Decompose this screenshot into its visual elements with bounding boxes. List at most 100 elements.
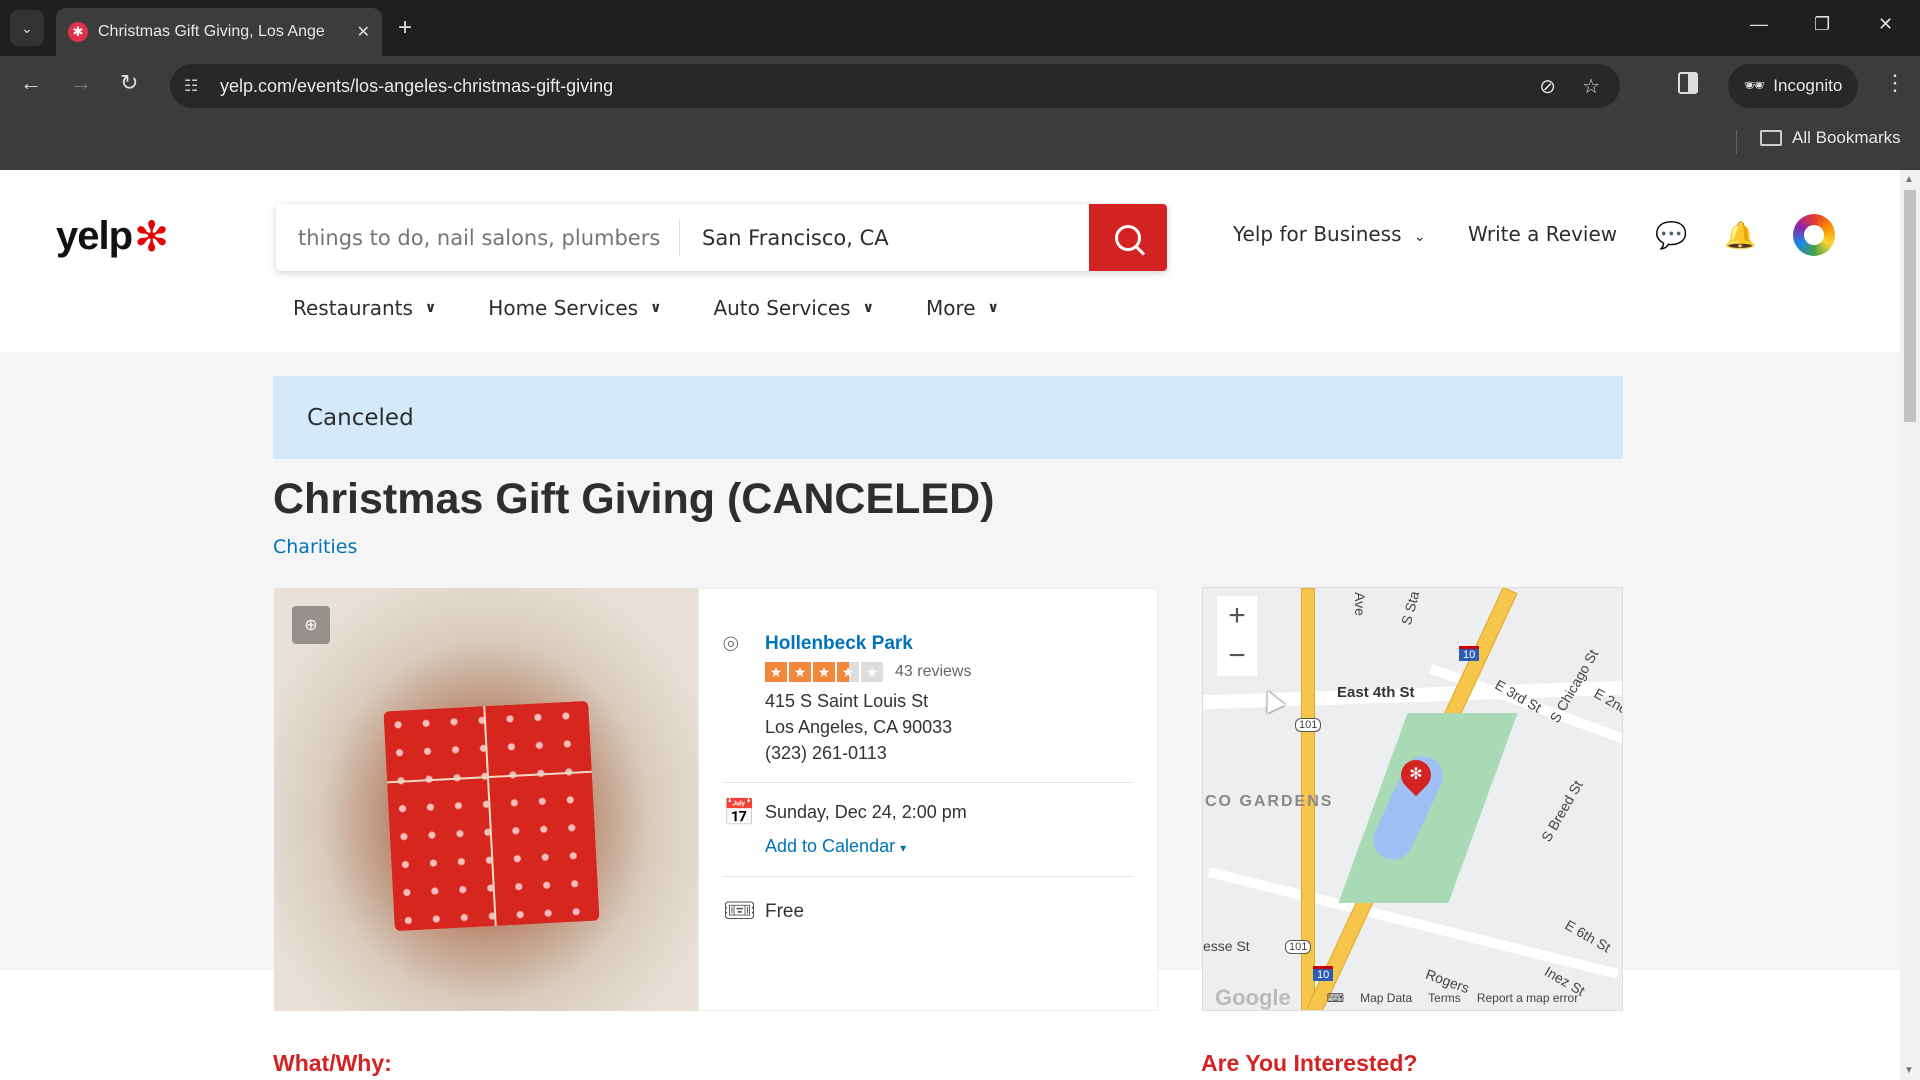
nav-auto-services[interactable]: Auto Services ∨ [713, 296, 874, 320]
nav-label: Auto Services [713, 296, 851, 320]
nav-more[interactable]: More ∨ [926, 296, 999, 320]
browser-menu-icon[interactable]: ⋮ [1884, 70, 1906, 96]
bookmark-star-icon[interactable]: ☆ [1582, 74, 1600, 99]
half-star-icon: ★ [837, 662, 859, 682]
report-map-error-link[interactable]: Report a map error [1477, 991, 1578, 1005]
close-tab-icon[interactable]: ✕ [357, 22, 370, 42]
nav-home-services[interactable]: Home Services ∨ [488, 296, 661, 320]
map-zoom-control: + − [1217, 596, 1257, 676]
address-bar[interactable]: ☷ yelp.com/events/los-angeles-christmas-… [170, 64, 1620, 108]
back-icon[interactable]: ← [20, 70, 42, 96]
gift-box-image [383, 700, 600, 932]
map-footer: Google ⌨ Map Data Terms Report a map err… [1203, 985, 1622, 1010]
map-label: S Breed St [1537, 777, 1586, 845]
incognito-badge[interactable]: 🕶 Incognito [1728, 64, 1858, 108]
browser-tab[interactable]: ✱ Christmas Gift Giving, Los Ange ✕ [56, 8, 382, 56]
browser-tab-bar: ⌄ ✱ Christmas Gift Giving, Los Ange ✕ + … [0, 0, 1920, 56]
map-label: S Sta [1397, 589, 1423, 627]
search-bar: things to do, nail salons, plumbers San … [276, 204, 1167, 271]
event-title: Christmas Gift Giving (CANCELED) [273, 475, 995, 523]
canceled-banner: Canceled [273, 376, 1623, 459]
review-count: 43 reviews [895, 663, 972, 680]
map[interactable]: East 4th St E 3rd St S Chicago St E 2nd … [1202, 587, 1623, 1011]
incognito-icon: 🕶 [1743, 76, 1766, 95]
map-data-link[interactable]: Map Data [1360, 991, 1412, 1005]
forward-icon[interactable]: → [70, 70, 92, 96]
caret-down-icon: ▾ [900, 841, 907, 855]
url-text[interactable]: yelp.com/events/los-angeles-christmas-gi… [220, 76, 613, 97]
folder-icon [1760, 130, 1782, 146]
tab-list-button[interactable]: ⌄ [10, 10, 44, 46]
bookmarks-separator [1736, 130, 1737, 154]
star-icon: ★ [813, 662, 835, 682]
scroll-down-arrow-icon[interactable]: ▼ [1904, 1065, 1914, 1076]
nav-label: More [925, 296, 976, 320]
zoom-in-button[interactable]: + [1228, 599, 1246, 633]
chevron-down-icon: ⌄ [1413, 229, 1426, 245]
map-label: Ave [1351, 592, 1368, 616]
location-pin-icon: ⌾ [723, 629, 739, 659]
yelp-for-business-label: Yelp for Business [1233, 222, 1402, 246]
new-tab-button[interactable]: + [398, 14, 412, 42]
chevron-down-icon: ∨ [650, 300, 662, 316]
address-line2: Los Angeles, CA 90033 [765, 717, 953, 737]
minimize-button[interactable]: — [1750, 14, 1768, 35]
yelp-for-business-menu[interactable]: Yelp for Business ⌄ [1233, 222, 1426, 246]
ticket-icon: 🎟 [723, 895, 757, 925]
search-location-input[interactable]: San Francisco, CA [680, 226, 1089, 250]
nav-restaurants[interactable]: Restaurants ∨ [293, 296, 436, 320]
venue-name-link[interactable]: Hollenbeck Park [765, 633, 913, 655]
interstate-shield-10: 10 [1459, 646, 1480, 661]
user-avatar[interactable] [1793, 214, 1835, 256]
messages-icon[interactable]: 💬 [1655, 220, 1687, 251]
bookmarks-bar: All Bookmarks [0, 118, 1920, 170]
yelp-favicon-icon: ✱ [68, 22, 88, 42]
write-review-link[interactable]: Write a Review [1468, 222, 1617, 246]
page-scrollbar[interactable]: ▲ ▼ [1900, 170, 1920, 1080]
side-panel-icon[interactable] [1678, 72, 1698, 94]
terms-link[interactable]: Terms [1428, 991, 1461, 1005]
are-you-interested-heading: Are You Interested? [1201, 1050, 1418, 1076]
event-date: Sunday, Dec 24, 2:00 pm [765, 802, 967, 822]
eye-off-icon[interactable]: ⊘ [1539, 74, 1556, 99]
map-label: E 6th St [1562, 916, 1614, 956]
all-bookmarks-button[interactable]: All Bookmarks [1760, 128, 1901, 148]
map-label: CO GARDENS [1205, 793, 1334, 810]
venue-phone: (323) 261-0113 [765, 743, 887, 763]
interstate-shield-10: 10 [1313, 966, 1334, 981]
map-label: East 4th St [1337, 684, 1415, 701]
category-nav: Restaurants ∨ Home Services ∨ Auto Service… [293, 296, 999, 320]
search-find-input[interactable]: things to do, nail salons, plumbers [276, 219, 680, 256]
search-icon [1115, 224, 1141, 251]
chevron-down-icon: ⌄ [21, 19, 33, 36]
chevron-down-icon: ∨ [987, 300, 999, 316]
keyboard-icon[interactable]: ⌨ [1327, 991, 1344, 1005]
restore-button[interactable]: ❐ [1814, 14, 1830, 35]
calendar-icon: 📅 [723, 797, 756, 827]
scroll-up-arrow-icon[interactable]: ▲ [1904, 174, 1914, 185]
scrollbar-thumb[interactable] [1904, 190, 1916, 422]
star-icon: ★ [765, 662, 787, 682]
empty-star-icon: ★ [861, 662, 883, 682]
star-icon: ★ [789, 662, 811, 682]
chevron-down-icon: ∨ [862, 300, 874, 316]
reload-icon[interactable]: ↻ [120, 70, 138, 96]
site-settings-icon[interactable]: ☷ [184, 76, 212, 96]
zoom-out-button[interactable]: − [1228, 639, 1246, 673]
yelp-logo[interactable]: yelp ✻ [56, 214, 169, 259]
address-line1: 415 S Saint Louis St [765, 691, 929, 711]
divider [723, 876, 1133, 877]
yelp-header: yelp ✻ things to do, nail salons, plumbe… [0, 170, 1900, 352]
add-to-calendar-dropdown[interactable]: Add to Calendar ▾ [765, 836, 906, 857]
event-photo[interactable]: ⊕ [274, 588, 698, 1011]
nav-label: Restaurants [293, 296, 413, 320]
notifications-bell-icon[interactable]: 🔔 [1724, 220, 1756, 251]
yelp-map-pin-icon[interactable]: ✻ [1394, 753, 1438, 797]
event-info-card: ⌾ Hollenbeck Park ★ ★ ★ ★ ★ 43 reviews 4… [698, 588, 1158, 1011]
add-photo-camera-icon[interactable]: ⊕ [292, 606, 330, 644]
event-category-link[interactable]: Charities [273, 536, 357, 558]
logo-text: yelp [56, 214, 133, 258]
search-button[interactable] [1089, 204, 1167, 271]
close-window-button[interactable]: ✕ [1878, 14, 1893, 35]
all-bookmarks-label: All Bookmarks [1792, 128, 1901, 147]
